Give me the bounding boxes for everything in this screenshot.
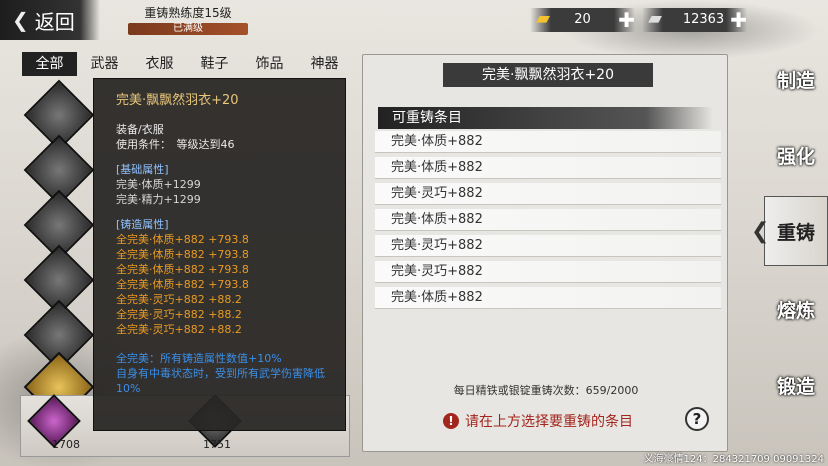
reforge-entry[interactable]: 完美·体质+882 [375,287,721,309]
forge-attr: 全完美·灵巧+882 +88.2 [116,293,242,306]
back-button[interactable]: ❮ 返回 [0,0,100,40]
reforge-entry[interactable]: 完美·灵巧+882 [375,261,721,283]
tooltip-type: 装备/衣服 [116,123,164,136]
forge-attr-header: [铸造属性] [116,218,169,231]
panel-title: 完美·飘飘然羽衣+20 [443,63,653,87]
category-tabs: 全部 武器 衣服 鞋子 饰品 神器 [22,52,352,76]
reforge-entry[interactable]: 完美·体质+882 [375,131,721,153]
chevron-left-icon: ❮ [12,8,29,32]
tab-shoes[interactable]: 鞋子 [187,52,242,76]
base-attr: 完美·体质+1299 [116,178,201,191]
nav-enhance[interactable]: 强化 [766,120,826,190]
tooltip-note: 自身有中毒状态时，受到所有武学伤害降低10% [116,367,325,395]
silver-currency: ▰ 12363 ✚ [642,8,747,32]
mastery-indicator: 重铸熟练度15级 已满级 [128,4,248,35]
forge-attr: 全完美·体质+882 +793.8 [116,263,249,276]
mastery-bar: 已满级 [128,23,248,35]
forge-attr: 全完美·灵巧+882 +88.2 [116,323,242,336]
warning-icon: ! [443,413,459,429]
reforge-panel: 完美·飘飘然羽衣+20 可重铸条目 完美·体质+882 完美·体质+882 完美… [362,54,728,452]
gold-ingot-icon: ▰ [536,8,550,29]
nav-make[interactable]: 制造 [766,44,826,114]
forge-attr: 全完美·体质+882 +793.8 [116,248,249,261]
reforge-list-header: 可重铸条目 [378,107,713,129]
tooltip-note: 全完美：所有铸造属性数值+10% [116,352,282,365]
add-silver-button[interactable]: ✚ [730,8,747,32]
back-label: 返回 [34,9,75,34]
reforge-entry[interactable]: 完美·灵巧+882 [375,235,721,257]
reforge-entry[interactable]: 完美·灵巧+882 [375,183,721,205]
top-bar: ❮ 返回 重铸熟练度15级 已满级 ▰ 20 ✚ ▰ 12363 ✚ [0,0,828,42]
tab-accessory[interactable]: 饰品 [242,52,297,76]
reforge-entry[interactable]: 完美·体质+882 [375,209,721,231]
forge-attr: 全完美·体质+882 +793.8 [116,233,249,246]
gold-amount: 20 [574,12,591,27]
silver-ingot-icon: ▰ [648,8,662,29]
nav-smelt[interactable]: 熔炼 [766,274,826,344]
tooltip-title: 完美·飘飘然羽衣+20 [116,93,239,108]
tab-artifact[interactable]: 神器 [297,52,352,76]
footer-info: 义海豪情124：284321709 09091324 [643,454,824,465]
forge-attr: 全完美·灵巧+882 +88.2 [116,308,242,321]
nav-reforge-label: 重铸 [776,221,815,244]
mastery-title: 重铸熟练度15级 [144,6,232,20]
nav-reforge[interactable]: ❮ 重铸 [751,196,828,266]
chevron-left-icon: ❮ [751,219,770,244]
material-count: 1751 [203,438,231,451]
select-warning: ! 请在上方选择要重铸的条目 [443,411,633,431]
help-button[interactable]: ? [685,407,709,431]
reforge-entry[interactable]: 完美·体质+882 [375,157,721,179]
tooltip-condition: 使用条件： 等级达到46 [116,138,235,151]
tab-weapon[interactable]: 武器 [77,52,132,76]
gold-currency: ▰ 20 ✚ [530,8,635,32]
forge-attr: 全完美·体质+882 +793.8 [116,278,249,291]
item-tooltip: 完美·飘飘然羽衣+20 装备/衣服 使用条件： 等级达到46 [基础属性] 完美… [93,78,346,431]
material-count: 1708 [52,438,80,451]
nav-forge[interactable]: 锻造 [766,350,826,420]
right-nav: 制造 强化 ❮ 重铸 熔炼 锻造 [751,44,828,466]
base-attr-header: [基础属性] [116,163,169,176]
tab-clothes[interactable]: 衣服 [132,52,187,76]
base-attr: 完美·精力+1299 [116,193,201,206]
daily-reforge-count: 每日精铁或银锭重铸次数：659/2000 [453,384,639,397]
add-gold-button[interactable]: ✚ [618,8,635,32]
tab-all[interactable]: 全部 [22,52,77,76]
warning-text: 请在上方选择要重铸的条目 [465,414,633,430]
silver-amount: 12363 [682,12,725,27]
